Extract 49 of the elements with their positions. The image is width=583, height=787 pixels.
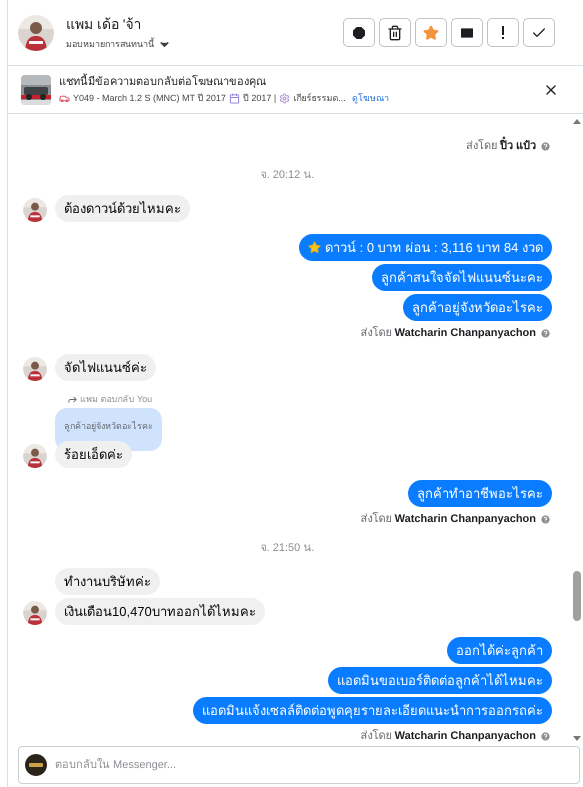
- help-icon: [540, 514, 551, 525]
- outgoing-message: ลูกค้าอยู่จังหวัดอะไรคะ: [403, 294, 552, 321]
- ad-detail: เกียร์ธรรมด...: [293, 92, 346, 105]
- toolbar-button[interactable]: [523, 18, 555, 47]
- scroll-down-icon[interactable]: [573, 736, 581, 741]
- toolbar-button[interactable]: [343, 18, 375, 47]
- scroll-thumb[interactable]: [573, 571, 581, 621]
- toolbar-button[interactable]: [379, 18, 411, 47]
- avatar: [18, 14, 54, 50]
- quoted-message: ลูกค้าอยู่จังหวัดอะไรคะ: [64, 421, 153, 431]
- help-icon: [540, 140, 551, 152]
- gear-icon: [279, 93, 290, 104]
- sent-by-label: ส่งโดย Watcharin Chanpanyachon: [360, 511, 536, 527]
- sent-by-label: ส่งโดย Watcharin Chanpanyachon: [360, 728, 536, 744]
- help-icon: [540, 328, 551, 339]
- contact-name: แพม เด้อ 'จ้า: [66, 14, 142, 34]
- assign-dropdown[interactable]: มอบหมายการสนทนานี้: [66, 38, 171, 52]
- timestamp: จ. 21:50 น.: [260, 540, 314, 556]
- toolbar-button[interactable]: [451, 18, 483, 47]
- scroll-up-icon[interactable]: [573, 119, 581, 124]
- ad-reply-title: แชทนี้มีข้อความตอบกลับต่อโฆษณาของคุณ: [59, 74, 267, 90]
- reply-box[interactable]: ตอบกลับใน Messenger...: [18, 746, 580, 784]
- outgoing-message: ออกได้ค่ะลูกค้า: [447, 637, 552, 664]
- incoming-message: ต้องดาวน์ด้วยไหมคะ: [55, 195, 190, 222]
- incoming-message: ทำงานบริษัทค่ะ: [55, 568, 160, 595]
- car-icon: [59, 93, 70, 104]
- help-icon: [540, 730, 551, 742]
- outgoing-message: แอดมินแจ้งเซลล์ติดต่อพูดคุยรายละเอียดแนะนำการออกรถค่ะ: [193, 697, 552, 724]
- trash-icon: [387, 24, 403, 40]
- view-ad-link[interactable]: ดูโฆษณา: [352, 92, 389, 106]
- timestamp: จ. 20:12 น.: [260, 168, 314, 182]
- reply-icon: [67, 394, 78, 405]
- calendar-icon: [228, 93, 240, 104]
- incoming-message: เงินเดือน10,470บาทออกได้ไหมคะ: [55, 598, 265, 625]
- outgoing-message: ลูกค้าทำอาชีพอะไรคะ: [408, 480, 552, 507]
- incoming-message: จัดไฟแนนซ์ค่ะ: [55, 354, 156, 380]
- outgoing-message: ลูกค้าสนใจจัดไฟแนนซ์นะคะ: [372, 264, 552, 291]
- incoming-message: ร้อยเอ็ดค่ะ: [55, 441, 132, 468]
- outgoing-message: แอดมินขอเบอร์ติดต่อลูกค้าได้ไหมคะ: [328, 667, 552, 694]
- toolbar-button[interactable]: [487, 18, 519, 47]
- ad-detail: ปี 2017 |: [242, 92, 276, 105]
- page-avatar: [25, 754, 47, 776]
- reply-field[interactable]: ตอบกลับใน Messenger...: [55, 756, 573, 774]
- reply-note: แพม ตอบกลับ You: [80, 392, 152, 406]
- outgoing-message: ดาวน์ : 0 บาท ผ่อน : 3,116 บาท 84 งวด: [299, 234, 552, 261]
- sent-by-label: ส่งโดย ปิ๋ว แป๋ว: [466, 138, 536, 154]
- exclamation-icon: [501, 26, 505, 40]
- sent-by-label: ส่งโดย Watcharin Chanpanyachon: [360, 325, 536, 341]
- ad-detail: Y049 - March 1.2 S (MNC) MT ปี 2017: [73, 92, 226, 105]
